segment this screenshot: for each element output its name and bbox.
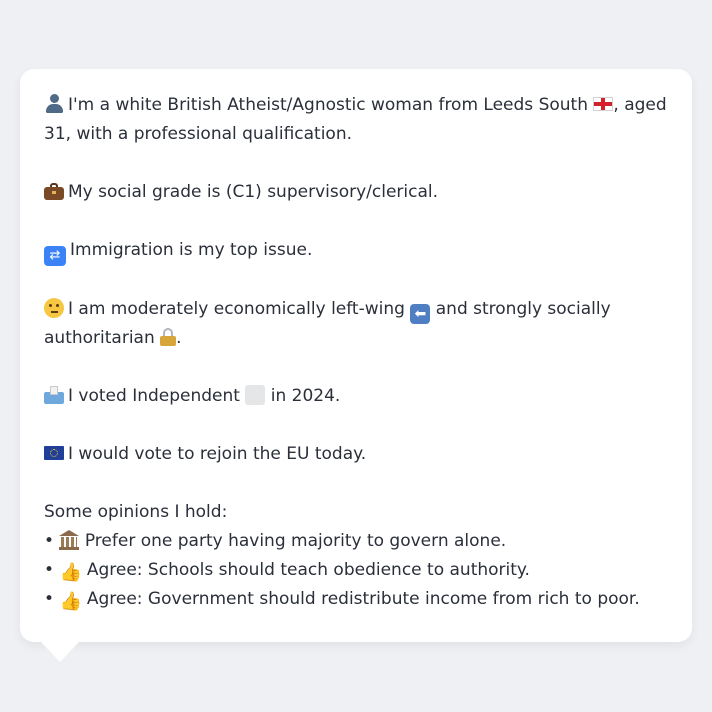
- ideology-text-d: .: [176, 328, 182, 348]
- eu-flag-icon: [44, 446, 64, 460]
- demographics-line-1: I'm a white British Atheist/Agnostic wom…: [44, 91, 668, 120]
- grey-square-icon: [245, 385, 266, 405]
- opinion-item: • 👍 Agree: Schools should teach obedienc…: [44, 556, 668, 585]
- bullet: •: [44, 531, 55, 551]
- vote-text-b: in 2024.: [270, 386, 341, 406]
- opinions-heading: Some opinions I hold:: [44, 502, 228, 522]
- eu-paragraph: I would vote to rejoin the EU today.: [44, 440, 668, 469]
- lock-icon: [160, 328, 177, 346]
- opinion-text: Agree: Schools should teach obedience to…: [86, 560, 530, 580]
- vote-text-a: I voted Independent: [68, 386, 240, 406]
- thumbs-up-icon: 👍: [59, 562, 82, 583]
- profile-card: I'm a white British Atheist/Agnostic wom…: [20, 69, 692, 642]
- vote-paragraph: I voted Independent in 2024.: [44, 382, 668, 411]
- top-issue-paragraph: ⇄ Immigration is my top issue.: [44, 236, 668, 266]
- demographics-paragraph: I'm a white British Atheist/Agnostic wom…: [44, 91, 668, 149]
- opinion-item: • 👍 Agree: Government should redistribut…: [44, 585, 668, 614]
- opinion-text: Agree: Government should redistribute in…: [86, 589, 640, 609]
- social-grade-paragraph: My social grade is (C1) supervisory/cler…: [44, 178, 668, 207]
- person-silhouette-icon: [44, 93, 64, 113]
- opinions-section: Some opinions I hold: • Prefer one party…: [44, 498, 668, 614]
- ideology-paragraph: I am moderately economically left-wing ⬅…: [44, 295, 668, 353]
- bullet: •: [44, 589, 55, 609]
- classical-building-icon: [59, 530, 80, 550]
- briefcase-icon: [44, 183, 64, 200]
- thinking-face-icon: [44, 298, 64, 318]
- bubble-tail: [40, 641, 80, 662]
- england-flag-icon: [593, 97, 614, 111]
- demographics-text-a: I'm a white British Atheist/Agnostic wom…: [68, 95, 588, 115]
- top-issue-text: Immigration is my top issue.: [70, 240, 313, 260]
- demographics-text-b: , aged: [613, 95, 667, 115]
- opinion-item: • Prefer one party having majority to go…: [44, 527, 668, 556]
- opinion-text: Prefer one party having majority to gove…: [84, 531, 507, 551]
- eu-text: I would vote to rejoin the EU today.: [68, 444, 367, 464]
- social-grade-text: My social grade is (C1) supervisory/cler…: [68, 182, 439, 202]
- passport-control-icon: ⇄: [44, 246, 66, 266]
- ballot-box-icon: [44, 386, 64, 404]
- demographics-line-2: 31, with a professional qualification.: [44, 124, 353, 144]
- ideology-text-c: authoritarian: [44, 328, 155, 348]
- ideology-text-a: I am moderately economically left-wing: [68, 299, 405, 319]
- ideology-text-b: and strongly socially: [435, 299, 611, 319]
- thumbs-up-icon: 👍: [59, 591, 82, 612]
- bullet: •: [44, 560, 55, 580]
- left-arrow-icon: ⬅: [410, 304, 431, 324]
